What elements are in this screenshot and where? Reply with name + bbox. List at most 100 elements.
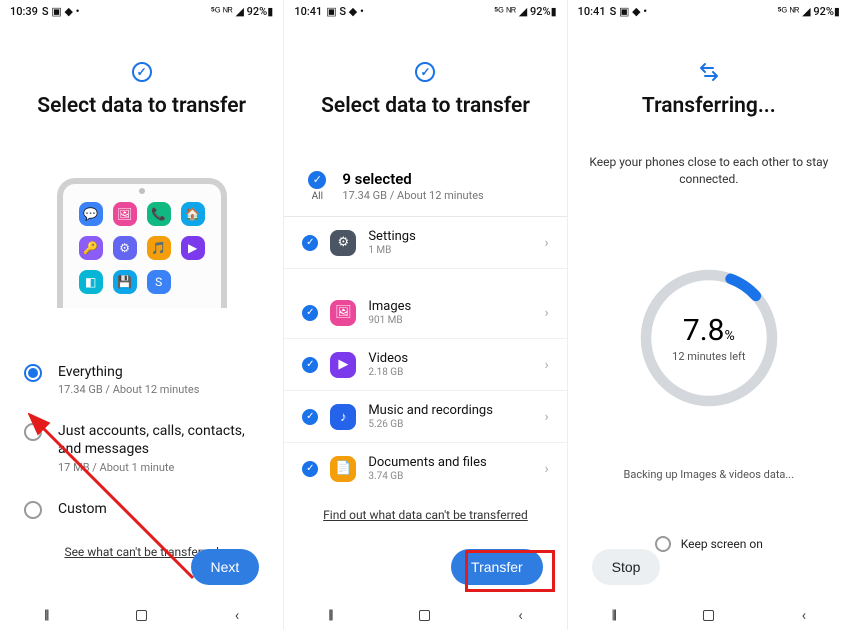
data-row[interactable]: ✓ 📄 Documents and files3.74 GB › [284, 443, 566, 494]
header-check-icon: ✓ [0, 62, 283, 82]
row-title: Music and recordings [368, 403, 532, 418]
chevron-right-icon: › [544, 461, 548, 477]
radio-option[interactable]: Everything 17.34 GB / About 12 minutes [24, 363, 259, 396]
row-title: Settings [368, 229, 532, 244]
chevron-right-icon: › [544, 409, 548, 425]
app-icon: ⚙ [113, 236, 137, 260]
nav-back-button[interactable]: ‹ [235, 606, 240, 624]
category-icon: ▶ [330, 352, 356, 378]
radio-icon [655, 536, 671, 552]
row-sublabel: 901 MB [368, 315, 532, 326]
selected-count: 9 selected [342, 170, 483, 188]
row-title: Documents and files [368, 455, 532, 470]
cant-transfer-link[interactable]: Find out what data can't be transferred [284, 508, 566, 522]
row-sublabel: 2.18 GB [368, 367, 532, 378]
chevron-right-icon: › [544, 305, 548, 321]
nav-recent-button[interactable]: ||| [328, 608, 332, 623]
backing-text: Backing up Images & videos data... [568, 468, 850, 481]
app-icon: 🔑 [79, 236, 103, 260]
radio-option[interactable]: Just accounts, calls, contacts, and mess… [24, 422, 259, 473]
app-icon: 💾 [113, 270, 137, 294]
app-icon: 💬 [79, 202, 103, 226]
app-icon: ▶ [181, 236, 205, 260]
selected-sub: 17.34 GB / About 12 minutes [342, 189, 483, 202]
nav-bar: ||| ‹ [284, 600, 566, 630]
screen-transferring: 10:41 S ▣ ◆ • ⁵ᴳ ᴺᴿ ◢ 92%▮ Transferring.… [567, 0, 850, 630]
check-icon: ✓ [302, 409, 318, 425]
radio-sublabel: 17 MB / About 1 minute [58, 461, 259, 474]
radio-icon [24, 423, 42, 441]
nav-back-button[interactable]: ‹ [802, 606, 807, 624]
app-icon: 🖼 [113, 202, 137, 226]
phone-mockup: 💬 🖼 📞 🏠 🔑 ⚙ 🎵 ▶ ◧ 💾 S [57, 178, 227, 308]
progress-ring: 7.8% 12 minutes left [568, 263, 850, 413]
status-signal: ⁵ᴳ ᴺᴿ ◢ 92%▮ [494, 5, 557, 18]
nav-recent-button[interactable]: ||| [612, 608, 616, 623]
status-icons: S ▣ ◆ • [42, 5, 80, 18]
status-bar: 10:41 S ▣ ◆ • ⁵ᴳ ᴺᴿ ◢ 92%▮ [568, 0, 850, 22]
header-check-icon: ✓ [284, 62, 566, 82]
status-signal: ⁵ᴳ ᴺᴿ ◢ 92%▮ [777, 5, 840, 18]
data-row[interactable]: ✓ ♪ Music and recordings5.26 GB › [284, 391, 566, 443]
status-time: 10:41 [294, 5, 322, 18]
all-label: All [308, 191, 326, 202]
transfer-button[interactable]: Transfer [451, 549, 543, 585]
progress-sub: 12 minutes left [672, 350, 745, 363]
status-bar: 10:39 S ▣ ◆ • ⁵ᴳ ᴺᴿ ◢ 92%▮ [0, 0, 283, 22]
category-icon: 📄 [330, 456, 356, 482]
radio-icon [24, 501, 42, 519]
nav-home-button[interactable] [419, 610, 430, 621]
check-icon: ✓ [302, 235, 318, 251]
chevron-right-icon: › [544, 357, 548, 373]
transfer-icon [568, 62, 850, 82]
app-icon: 🎵 [147, 236, 171, 260]
radio-label: Custom [58, 500, 107, 518]
nav-home-button[interactable] [136, 610, 147, 621]
status-bar: 10:41 ▣ S ◆ • ⁵ᴳ ᴺᴿ ◢ 92%▮ [284, 0, 566, 22]
nav-bar: ||| ‹ [0, 600, 283, 630]
check-icon: ✓ [302, 461, 318, 477]
row-title: Images [368, 299, 532, 314]
progress-unit: % [724, 328, 734, 344]
chevron-right-icon: › [544, 235, 548, 251]
status-time: 10:41 [578, 5, 606, 18]
category-icon: ♪ [330, 404, 356, 430]
row-sublabel: 3.74 GB [368, 471, 532, 482]
nav-recent-button[interactable]: ||| [44, 608, 48, 623]
app-icon: 🏠 [181, 202, 205, 226]
app-icon: S [147, 270, 171, 294]
data-row[interactable]: ✓ ⚙ Settings1 MB › [284, 217, 566, 269]
nav-bar: ||| ‹ [568, 600, 850, 630]
nav-back-button[interactable]: ‹ [518, 606, 523, 624]
radio-label: Everything [58, 363, 199, 381]
screen-select-data-list: 10:41 ▣ S ◆ • ⁵ᴳ ᴺᴿ ◢ 92%▮ ✓ Select data… [283, 0, 566, 630]
data-row[interactable]: ✓ 🖼 Images901 MB › [284, 287, 566, 339]
progress-value: 7.8 [683, 313, 725, 348]
check-icon: ✓ [302, 305, 318, 321]
page-title: Transferring... [568, 94, 850, 118]
select-all-row[interactable]: ✓ All 9 selected 17.34 GB / About 12 min… [284, 154, 566, 217]
category-icon: 🖼 [330, 300, 356, 326]
row-sublabel: 5.26 GB [368, 419, 532, 430]
app-icon: ◧ [79, 270, 103, 294]
radio-icon [24, 364, 42, 382]
radio-sublabel: 17.34 GB / About 12 minutes [58, 383, 199, 396]
keep-screen-label: Keep screen on [681, 537, 763, 551]
status-icons: S ▣ ◆ • [610, 5, 648, 18]
app-icon: 📞 [147, 202, 171, 226]
status-signal: ⁵ᴳ ᴺᴿ ◢ 92%▮ [211, 5, 274, 18]
next-button[interactable]: Next [191, 549, 260, 585]
page-title: Select data to transfer [284, 94, 566, 118]
row-sublabel: 1 MB [368, 245, 532, 256]
radio-label: Just accounts, calls, contacts, and mess… [58, 422, 259, 458]
screen-select-data-options: 10:39 S ▣ ◆ • ⁵ᴳ ᴺᴿ ◢ 92%▮ ✓ Select data… [0, 0, 283, 630]
page-subtitle: Keep your phones close to each other to … [568, 154, 850, 188]
nav-home-button[interactable] [703, 610, 714, 621]
check-icon: ✓ [302, 357, 318, 373]
radio-option[interactable]: Custom [24, 500, 259, 519]
data-row[interactable]: ✓▶Videos2.18 GB› [284, 339, 566, 391]
category-icon: ⚙ [330, 230, 356, 256]
page-title: Select data to transfer [0, 94, 283, 118]
stop-button[interactable]: Stop [592, 549, 661, 585]
status-time: 10:39 [10, 5, 38, 18]
